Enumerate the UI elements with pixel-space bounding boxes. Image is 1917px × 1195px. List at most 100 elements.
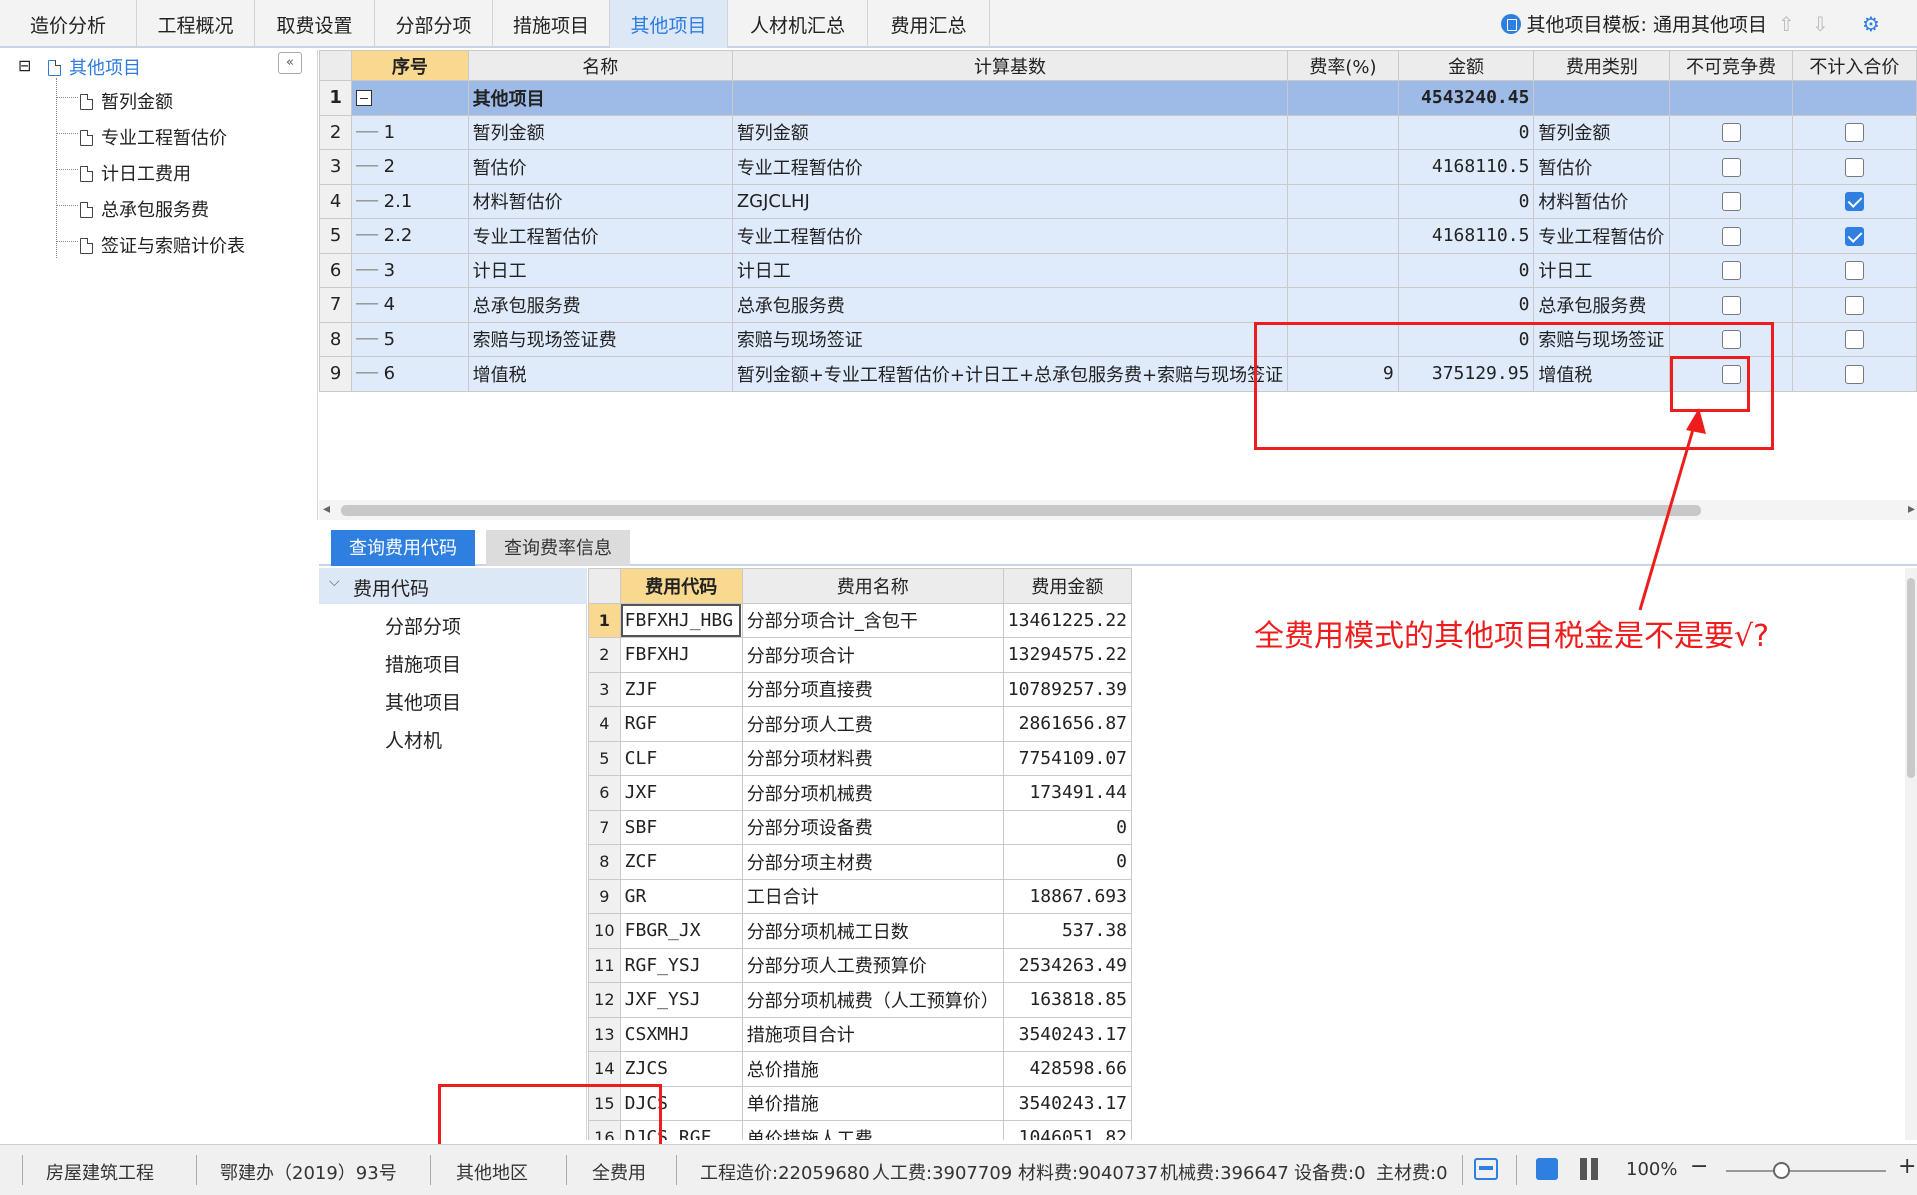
grid-row[interactable]: 6 ── 3 计日工 计日工 0 计日工 — [318, 252, 1917, 288]
cell-fee-code[interactable]: RGF — [619, 706, 743, 742]
fee-code-row[interactable]: 12 JXF_YSJ 分部分项机械费（人工预算价） 163818.85 — [588, 982, 1132, 1018]
fee-code-group[interactable]: 其他项目 — [385, 688, 461, 715]
cell-fee-code[interactable]: JXF_YSJ — [619, 982, 743, 1018]
layout-icon[interactable] — [1474, 1158, 1498, 1180]
cell-name[interactable]: 暂估价 — [467, 149, 733, 185]
checkbox[interactable] — [1721, 192, 1741, 212]
collapse-row-icon[interactable] — [356, 90, 373, 107]
col-base-header[interactable]: 计算基数 — [731, 50, 1289, 81]
fee-code-row[interactable]: 1 FBFXHJ_HBG 分部分项合计_含包干 13461225.22 — [588, 602, 1132, 638]
cell-base[interactable]: 总承包服务费 — [731, 287, 1289, 323]
fee-code-row[interactable]: 14 ZJCS 总价措施 428598.66 — [588, 1051, 1132, 1087]
vertical-scrollbar[interactable] — [1905, 568, 1917, 1140]
grid-row[interactable]: 3 ── 2 暂估价 专业工程暂估价 4168110.5 暂估价 — [318, 149, 1917, 185]
tree-item[interactable]: 专业工程暂估价 — [80, 124, 227, 150]
settings-icon[interactable]: ⚙ — [1862, 12, 1880, 36]
template-selector[interactable]: 其他项目模板: 通用其他项目 — [1500, 10, 1767, 37]
cell-fee-name[interactable]: 总价措施 — [741, 1051, 1004, 1087]
cell-rate[interactable] — [1287, 218, 1399, 254]
grid-row[interactable]: 5 ── 2.2 专业工程暂估价 专业工程暂估价 4168110.5 专业工程暂估价 — [318, 218, 1917, 254]
fee-code-row[interactable]: 13 CSXMHJ 措施项目合计 3540243.17 — [588, 1016, 1132, 1052]
col-rate-header[interactable]: 费率(%) — [1287, 50, 1399, 81]
col-fee-code-header[interactable]: 费用代码 — [619, 568, 743, 604]
cell-fee-code[interactable]: ZJF — [619, 671, 743, 707]
cell-base[interactable] — [731, 80, 1289, 116]
cell-exclude[interactable] — [1791, 287, 1917, 323]
checkbox[interactable] — [1721, 157, 1741, 177]
col-exclude-header[interactable]: 不计入合价 — [1791, 50, 1917, 81]
checkbox[interactable] — [1844, 123, 1864, 143]
checkbox[interactable] — [1844, 157, 1864, 177]
cell-fee-name[interactable]: 工日合计 — [741, 878, 1004, 914]
fee-code-row[interactable]: 11 RGF_YSJ 分部分项人工费预算价 2534263.49 — [588, 947, 1132, 983]
checkbox[interactable] — [1844, 226, 1864, 246]
cell-exclude[interactable] — [1791, 183, 1917, 219]
tree-item[interactable]: 签证与索赔计价表 — [80, 232, 245, 258]
cell-fee-code[interactable]: FBFXHJ — [619, 637, 743, 673]
col-category-header[interactable]: 费用类别 — [1533, 50, 1671, 81]
cell-seq[interactable]: ── 6 — [351, 356, 469, 392]
fee-code-row[interactable]: 5 CLF 分部分项材料费 7754109.07 — [588, 740, 1132, 776]
col-seq-header[interactable]: 序号 — [351, 50, 469, 81]
cell-category[interactable]: 材料暂估价 — [1533, 183, 1671, 219]
cell-seq[interactable]: ── 3 — [351, 252, 469, 288]
cell-fee-name[interactable]: 单价措施 — [741, 1085, 1004, 1121]
cell-fee-code[interactable]: ZCF — [619, 844, 743, 880]
tab-labor-material-machine[interactable]: 人材机汇总 — [728, 0, 868, 48]
col-fee-amount-header[interactable]: 费用金额 — [1002, 568, 1132, 604]
cell-exclude[interactable] — [1791, 356, 1917, 392]
view-single-icon[interactable] — [1536, 1158, 1558, 1180]
tab-project-overview[interactable]: 工程概况 — [137, 0, 255, 48]
status-standard[interactable]: 鄂建办（2019）93号 — [220, 1159, 397, 1185]
tree-item[interactable]: 总承包服务费 — [80, 196, 209, 222]
cell-name[interactable]: 专业工程暂估价 — [467, 218, 733, 254]
fee-code-group[interactable]: 分部分项 — [385, 612, 461, 639]
checkbox[interactable] — [1721, 261, 1741, 281]
cell-base[interactable]: 索赔与现场签证 — [731, 321, 1289, 357]
cell-noncompetitive[interactable] — [1669, 149, 1793, 185]
cell-fee-code[interactable]: CSXMHJ — [619, 1016, 743, 1052]
cell-fee-name[interactable]: 分部分项人工费 — [741, 706, 1004, 742]
checkbox[interactable] — [1844, 330, 1864, 350]
fee-code-group[interactable]: 人材机 — [385, 726, 442, 753]
move-up-icon[interactable]: ⇧ — [1778, 12, 1795, 36]
cell-base[interactable]: 暂列金额 — [731, 114, 1289, 150]
cell-fee-code[interactable]: FBFXHJ_HBG — [619, 602, 743, 638]
cell-rate[interactable] — [1287, 252, 1399, 288]
cell-exclude[interactable] — [1791, 114, 1917, 150]
status-project-type[interactable]: 房屋建筑工程 — [46, 1159, 154, 1185]
fee-code-group[interactable]: 措施项目 — [385, 650, 461, 677]
cell-fee-name[interactable]: 分部分项直接费 — [741, 671, 1004, 707]
cell-seq[interactable]: ── 4 — [351, 287, 469, 323]
cell-category[interactable] — [1533, 80, 1671, 116]
grid-row[interactable]: 4 ── 2.1 材料暂估价 ZGJCLHJ 0 材料暂估价 — [318, 183, 1917, 219]
cell-fee-name[interactable]: 单价措施人工费 — [741, 1120, 1004, 1140]
checkbox[interactable] — [1721, 123, 1741, 143]
cell-exclude[interactable] — [1791, 218, 1917, 254]
fee-code-root[interactable]: 费用代码 — [353, 574, 429, 601]
cell-rate[interactable] — [1287, 183, 1399, 219]
cell-seq[interactable]: ── 1 — [351, 114, 469, 150]
cell-noncompetitive[interactable] — [1669, 287, 1793, 323]
cell-fee-code[interactable]: GR — [619, 878, 743, 914]
grid-row[interactable]: 2 ── 1 暂列金额 暂列金额 0 暂列金额 — [318, 114, 1917, 150]
tab-cost-summary[interactable]: 费用汇总 — [868, 0, 990, 48]
cell-seq[interactable]: ── 2.2 — [351, 218, 469, 254]
tab-cost-analysis[interactable]: 造价分析 — [0, 0, 137, 48]
cell-noncompetitive[interactable] — [1669, 183, 1793, 219]
cell-name[interactable]: 材料暂估价 — [467, 183, 733, 219]
fee-code-row[interactable]: 10 FBGR_JX 分部分项机械工日数 537.38 — [588, 913, 1132, 949]
grid-row[interactable]: 1 其他项目 4543240.45 — [318, 80, 1917, 116]
cell-fee-name[interactable]: 分部分项机械工日数 — [741, 913, 1004, 949]
checkbox[interactable] — [1844, 364, 1864, 384]
zoom-out-icon[interactable]: − — [1690, 1154, 1708, 1179]
cell-fee-code[interactable]: JXF — [619, 775, 743, 811]
tab-query-fee-code[interactable]: 查询费用代码 — [331, 530, 475, 566]
cell-noncompetitive[interactable] — [1669, 114, 1793, 150]
tree-item[interactable]: 计日工费用 — [80, 160, 191, 186]
tab-sub-items[interactable]: 分部分项 — [375, 0, 493, 48]
cell-fee-code[interactable]: ZJCS — [619, 1051, 743, 1087]
cell-fee-code[interactable]: FBGR_JX — [619, 913, 743, 949]
cell-fee-name[interactable]: 分部分项机械费 — [741, 775, 1004, 811]
cell-name[interactable]: 其他项目 — [467, 80, 733, 116]
